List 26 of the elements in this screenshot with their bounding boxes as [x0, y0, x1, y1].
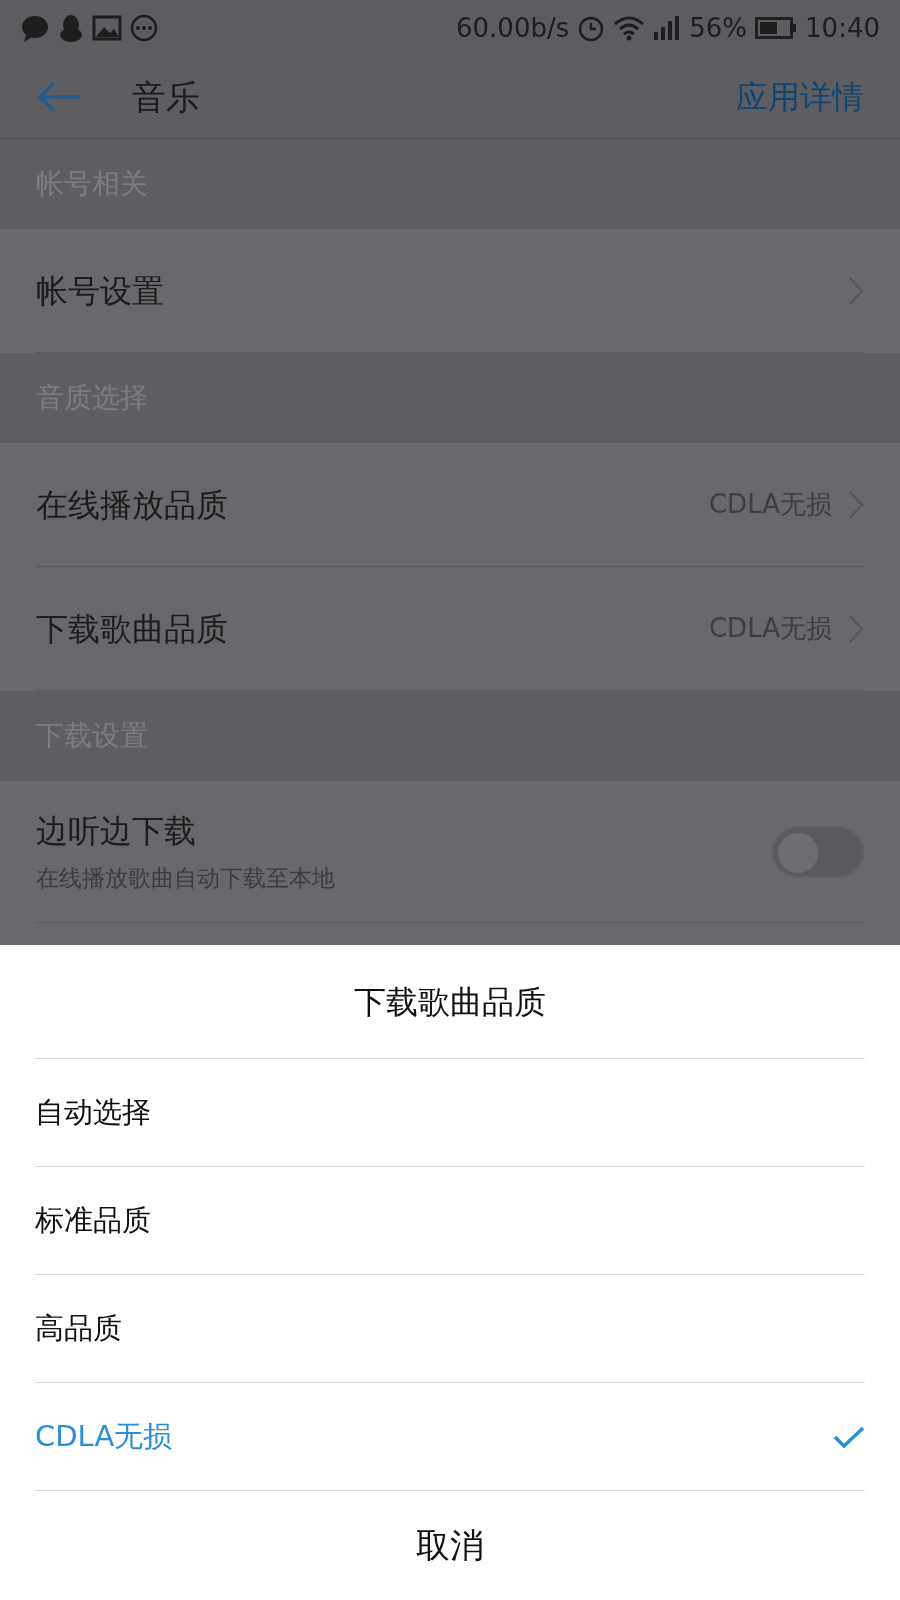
option-label: 标准品质 [35, 1201, 151, 1239]
battery-percent: 56% [689, 11, 748, 45]
wifi-icon [613, 15, 646, 41]
dialog-title: 下载歌曲品质 [353, 981, 547, 1023]
row-label: 在线播放品质 [36, 484, 228, 526]
alarm-icon [577, 14, 606, 42]
quality-option[interactable]: 高品质 [35, 1274, 865, 1382]
row-label: 边听边下载 [36, 811, 197, 853]
signal-icon [653, 15, 682, 41]
row-label: 下载歌曲品质 [36, 608, 228, 650]
network-speed: 60.00b/s [456, 11, 570, 45]
option-label: 自动选择 [35, 1093, 151, 1131]
row-label: 帐号设置 [36, 270, 164, 312]
option-label: CDLA无损 [35, 1417, 173, 1455]
quality-option[interactable]: 标准品质 [35, 1166, 865, 1274]
quality-option[interactable]: 自动选择 [35, 1058, 865, 1166]
penguin-icon [58, 13, 84, 43]
checkmark-icon [833, 1424, 865, 1449]
battery-icon [755, 16, 798, 40]
chat-icon [20, 13, 50, 43]
option-label: 高品质 [35, 1309, 122, 1347]
more-icon [130, 14, 158, 42]
clock: 10:40 [805, 11, 880, 45]
image-icon [92, 14, 122, 42]
page-title: 音乐 [132, 75, 200, 119]
back-button[interactable] [36, 80, 82, 114]
